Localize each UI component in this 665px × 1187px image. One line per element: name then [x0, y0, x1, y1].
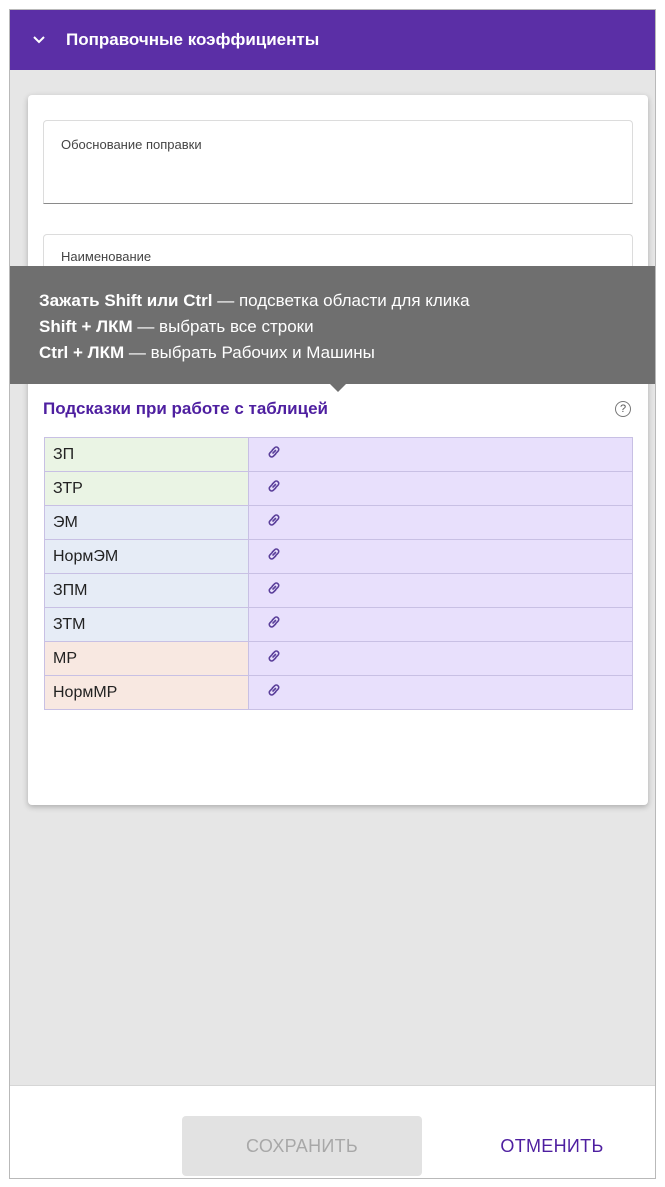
table-hints-tooltip: Зажать Shift или Ctrl — подсветка област…: [10, 266, 655, 392]
tooltip-line-3: Ctrl + ЛКМ — выбрать Рабочих и Машины: [39, 343, 375, 362]
row-name-cell[interactable]: МР: [44, 641, 249, 676]
table-row[interactable]: ЭМ: [44, 505, 633, 540]
table-row[interactable]: ЗП: [44, 437, 633, 472]
row-name-cell[interactable]: ЗТМ: [44, 607, 249, 642]
table-row[interactable]: ЗТМ: [44, 607, 633, 642]
justification-label: Обоснование поправки: [61, 137, 202, 152]
coefficients-table: ЗП ЗТР ЭМ НормЭМ ЗПМ ЗТМ МР НормМР: [44, 437, 633, 710]
panel: Поправочные коэффициенты Обоснование поп…: [9, 9, 656, 1179]
row-link-cell[interactable]: [248, 641, 633, 676]
chevron-down-icon[interactable]: [32, 33, 46, 47]
row-name-cell[interactable]: ЗПМ: [44, 573, 249, 608]
justification-field[interactable]: Обоснование поправки: [43, 120, 633, 204]
tooltip-line-1: Зажать Shift или Ctrl — подсветка област…: [39, 291, 470, 310]
question-circle-icon[interactable]: ?: [615, 401, 631, 417]
table-row[interactable]: ЗТР: [44, 471, 633, 506]
hints-title: Подсказки при работе с таблицей: [43, 399, 328, 418]
row-link-cell[interactable]: [248, 471, 633, 506]
row-link-cell[interactable]: [248, 607, 633, 642]
hints-row: Подсказки при работе с таблицей ?: [43, 396, 633, 422]
link-icon[interactable]: [265, 477, 283, 500]
table-row[interactable]: НормЭМ: [44, 539, 633, 574]
row-name-cell[interactable]: ЗТР: [44, 471, 249, 506]
table-row[interactable]: ЗПМ: [44, 573, 633, 608]
tooltip-line-2: Shift + ЛКМ — выбрать все строки: [39, 317, 314, 336]
row-name-cell[interactable]: НормМР: [44, 675, 249, 710]
panel-header[interactable]: Поправочные коэффициенты: [10, 10, 655, 70]
row-link-cell[interactable]: [248, 675, 633, 710]
save-button[interactable]: СОХРАНИТЬ: [182, 1116, 422, 1176]
link-icon[interactable]: [265, 511, 283, 534]
link-icon[interactable]: [265, 545, 283, 568]
panel-title: Поправочные коэффициенты: [66, 30, 320, 49]
link-icon[interactable]: [265, 647, 283, 670]
row-name-cell[interactable]: ЭМ: [44, 505, 249, 540]
link-icon[interactable]: [265, 681, 283, 704]
cancel-button[interactable]: ОТМЕНИТЬ: [472, 1116, 632, 1176]
row-name-cell[interactable]: ЗП: [44, 437, 249, 472]
row-link-cell[interactable]: [248, 539, 633, 574]
tooltip-arrow: [330, 384, 346, 392]
link-icon[interactable]: [265, 579, 283, 602]
row-link-cell[interactable]: [248, 505, 633, 540]
table-row[interactable]: НормМР: [44, 675, 633, 710]
name-label: Наименование: [61, 249, 152, 264]
row-name-cell[interactable]: НормЭМ: [44, 539, 249, 574]
table-row[interactable]: МР: [44, 641, 633, 676]
link-icon[interactable]: [265, 443, 283, 466]
row-link-cell[interactable]: [248, 573, 633, 608]
row-link-cell[interactable]: [248, 437, 633, 472]
link-icon[interactable]: [265, 613, 283, 636]
footer: СОХРАНИТЬ ОТМЕНИТЬ: [10, 1085, 655, 1178]
